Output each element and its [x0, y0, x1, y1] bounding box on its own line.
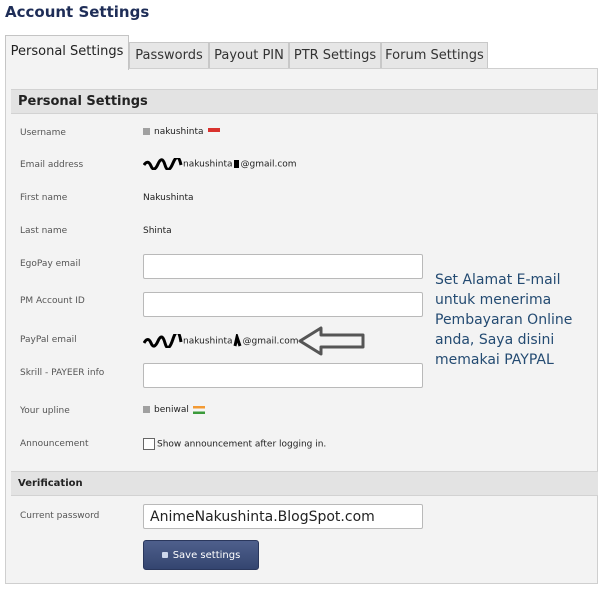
tab-payout-pin[interactable]: Payout PIN [209, 42, 289, 68]
egopay-label: EgoPay email [20, 259, 81, 269]
current-password-label: Current password [20, 511, 100, 521]
redacted-scribble-icon [233, 160, 239, 168]
paypal-email-value: nakushinta @gmail.com [143, 334, 299, 348]
announcement-checkbox-label: Show announcement after logging in. [157, 439, 327, 450]
save-icon [161, 552, 168, 558]
announcement-checkbox[interactable] [143, 438, 155, 450]
verification-heading: Verification [11, 471, 598, 496]
tab-forum-settings[interactable]: Forum Settings [381, 42, 488, 68]
current-password-input[interactable] [143, 504, 423, 529]
page-title: Account Settings [5, 3, 150, 21]
upline-value: beniwal [143, 405, 205, 415]
announcement-option[interactable]: Show announcement after logging in. [143, 438, 326, 450]
last-name-value: Shinta [143, 226, 172, 236]
pm-account-input[interactable] [143, 292, 423, 317]
tab-personal-settings[interactable]: Personal Settings [5, 35, 129, 70]
user-status-icon [143, 406, 150, 413]
left-arrow-outline-icon [298, 326, 365, 356]
username-label: Username [20, 128, 66, 138]
username-value: nakushinta [143, 127, 220, 137]
announcement-label: Announcement [20, 439, 89, 449]
email-label: Email address [20, 160, 84, 170]
redacted-scribble-icon [143, 334, 183, 348]
skrill-payeer-input[interactable] [143, 363, 423, 388]
redacted-scribble-icon [143, 158, 183, 170]
save-settings-button[interactable]: Save settings [143, 540, 259, 570]
redacted-scribble-icon [233, 334, 241, 347]
annotation-note: Set Alamat E-mail untuk menerima Pembaya… [435, 272, 573, 368]
tab-passwords[interactable]: Passwords [129, 42, 209, 68]
first-name-label: First name [20, 193, 68, 203]
personal-settings-heading: Personal Settings [11, 89, 598, 114]
first-name-value: Nakushinta [143, 193, 194, 203]
last-name-label: Last name [20, 226, 68, 236]
paypal-label: PayPal email [20, 335, 77, 345]
indonesia-flag-icon [207, 127, 220, 136]
skrill-label: Skrill - PAYEER info [20, 368, 105, 378]
email-value: nakushinta @gmail.com [143, 158, 297, 170]
egopay-email-input[interactable] [143, 254, 423, 279]
user-status-icon [143, 128, 150, 135]
pm-account-label: PM Account ID [20, 296, 85, 306]
upline-label: Your upline [20, 406, 70, 416]
india-flag-icon [192, 405, 205, 414]
tab-ptr-settings[interactable]: PTR Settings [289, 42, 381, 68]
